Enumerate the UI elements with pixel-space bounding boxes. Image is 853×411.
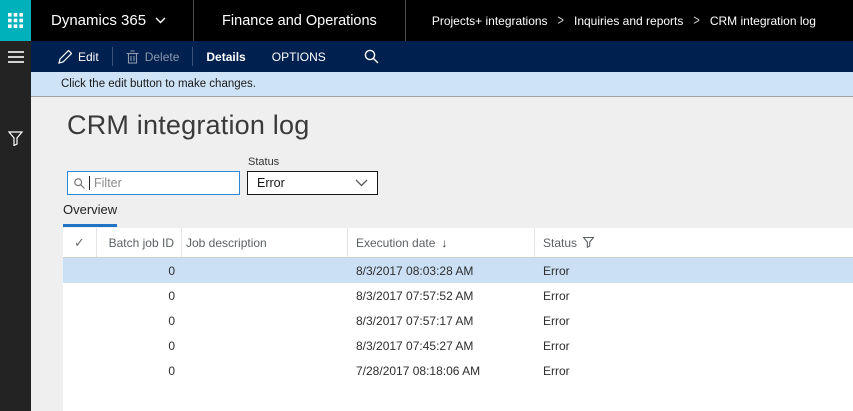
batch-job-id-cell: 0: [168, 338, 175, 353]
status-cell: Error: [543, 288, 570, 303]
breadcrumb-separator-icon: >: [557, 12, 564, 29]
action-toolbar: Edit Delete Details OPTIONS: [31, 41, 853, 72]
status-field-label: Status: [248, 156, 280, 168]
pencil-icon: [58, 49, 72, 64]
options-label: OPTIONS: [271, 49, 326, 64]
delete-button[interactable]: Delete: [113, 41, 193, 72]
toolbar-search-button[interactable]: [351, 41, 392, 72]
chevron-down-icon: [155, 17, 166, 24]
check-icon: ✓: [74, 234, 85, 250]
status-cell: Error: [543, 263, 570, 278]
hamburger-icon: [7, 50, 24, 63]
quick-filter-container: [67, 171, 240, 195]
text-cursor: [89, 176, 90, 190]
column-header-job-description[interactable]: Job description: [182, 228, 348, 257]
details-button[interactable]: Details: [193, 41, 258, 72]
waffle-icon: [8, 13, 23, 28]
table-row[interactable]: 0 7/28/2017 08:18:06 AM Error: [63, 358, 853, 383]
sort-descending-icon: ↓: [441, 235, 448, 250]
breadcrumb: Projects+ integrations > Inquiries and r…: [406, 12, 816, 29]
suite-name[interactable]: Finance and Operations: [194, 13, 405, 29]
column-header-execution-date[interactable]: Execution date ↓: [348, 228, 535, 257]
execution-date-cell: 8/3/2017 07:57:17 AM: [356, 313, 474, 328]
product-menu[interactable]: Dynamics 365: [31, 12, 193, 29]
grid-header-row: ✓ Batch job ID Job description Execution…: [63, 228, 853, 258]
details-label: Details: [206, 49, 246, 64]
breadcrumb-item-section[interactable]: Inquiries and reports: [574, 14, 683, 28]
log-grid: ✓ Batch job ID Job description Execution…: [63, 228, 853, 411]
column-header-status[interactable]: Status: [535, 228, 853, 257]
table-row[interactable]: 0 8/3/2017 08:03:28 AM Error: [63, 258, 853, 283]
search-icon: [364, 49, 379, 64]
page-title: CRM integration log: [67, 110, 310, 140]
table-row[interactable]: 0 8/3/2017 07:57:17 AM Error: [63, 308, 853, 333]
notification-message: Click the edit button to make changes.: [61, 78, 256, 90]
app-launcher-button[interactable]: [0, 0, 31, 41]
status-cell: Error: [543, 338, 570, 353]
execution-date-cell: 8/3/2017 08:03:28 AM: [356, 263, 474, 278]
filter-input[interactable]: [94, 176, 233, 190]
left-sidebar: [0, 41, 31, 411]
batch-job-id-cell: 0: [168, 263, 175, 278]
edit-label: Edit: [78, 49, 99, 64]
batch-job-id-cell: 0: [168, 288, 175, 303]
search-icon: [74, 177, 85, 189]
status-dropdown-value: Error: [257, 176, 285, 190]
breadcrumb-separator-icon: >: [693, 12, 700, 29]
select-all-column-header[interactable]: ✓: [63, 228, 97, 257]
trash-icon: [126, 49, 139, 64]
table-body: 0 8/3/2017 08:03:28 AM Error 0 8/3/2017 …: [63, 258, 853, 383]
chevron-down-icon: [355, 179, 368, 187]
execution-date-cell: 7/28/2017 08:18:06 AM: [356, 363, 481, 378]
breadcrumb-item-page[interactable]: CRM integration log: [710, 14, 816, 28]
edit-button[interactable]: Edit: [45, 41, 112, 72]
product-name: Dynamics 365: [51, 12, 147, 29]
delete-label: Delete: [144, 49, 180, 64]
tab-overview[interactable]: Overview: [63, 202, 118, 227]
top-navbar: Dynamics 365 Finance and Operations Proj…: [0, 0, 853, 41]
execution-date-label: Execution date: [356, 235, 436, 250]
table-row[interactable]: 0 8/3/2017 07:45:27 AM Error: [63, 333, 853, 358]
funnel-icon: [8, 131, 23, 146]
breadcrumb-item-module[interactable]: Projects+ integrations: [432, 14, 548, 28]
status-cell: Error: [543, 363, 570, 378]
sidebar-filter-button[interactable]: [0, 123, 31, 154]
table-row[interactable]: 0 8/3/2017 07:57:52 AM Error: [63, 283, 853, 308]
notification-bar: Click the edit button to make changes.: [31, 72, 853, 97]
status-cell: Error: [543, 313, 570, 328]
status-dropdown[interactable]: Error: [247, 171, 378, 195]
options-menu-button[interactable]: OPTIONS: [259, 41, 339, 72]
page-content: CRM integration log Status Error Overvie…: [31, 97, 853, 411]
filter-funnel-icon: [583, 237, 595, 248]
execution-date-cell: 8/3/2017 07:57:52 AM: [356, 288, 474, 303]
hamburger-menu-button[interactable]: [0, 41, 31, 72]
batch-job-id-cell: 0: [168, 363, 175, 378]
column-header-batch-job-id[interactable]: Batch job ID: [97, 228, 182, 257]
batch-job-id-cell: 0: [168, 313, 175, 328]
status-column-label: Status: [543, 235, 578, 250]
execution-date-cell: 8/3/2017 07:45:27 AM: [356, 338, 474, 353]
